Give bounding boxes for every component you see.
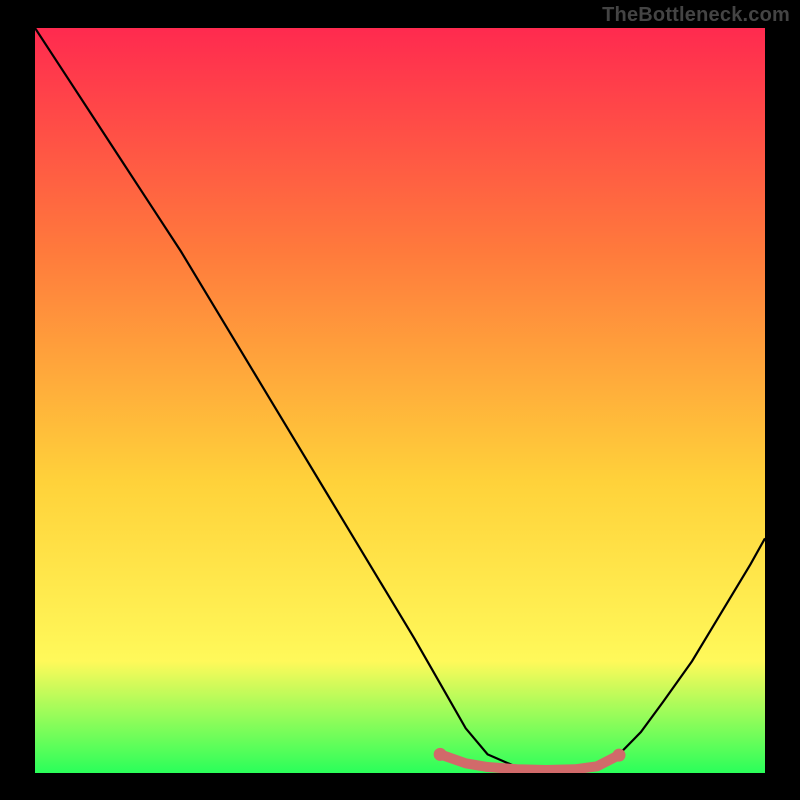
chart-frame: TheBottleneck.com: [0, 0, 800, 800]
plot-area: [35, 28, 765, 773]
sweet-spot-start-dot: [434, 748, 447, 761]
gradient-background: [35, 28, 765, 773]
watermark-text: TheBottleneck.com: [602, 4, 790, 27]
sweet-spot-end-dot: [613, 749, 626, 762]
chart-svg: [35, 28, 765, 773]
